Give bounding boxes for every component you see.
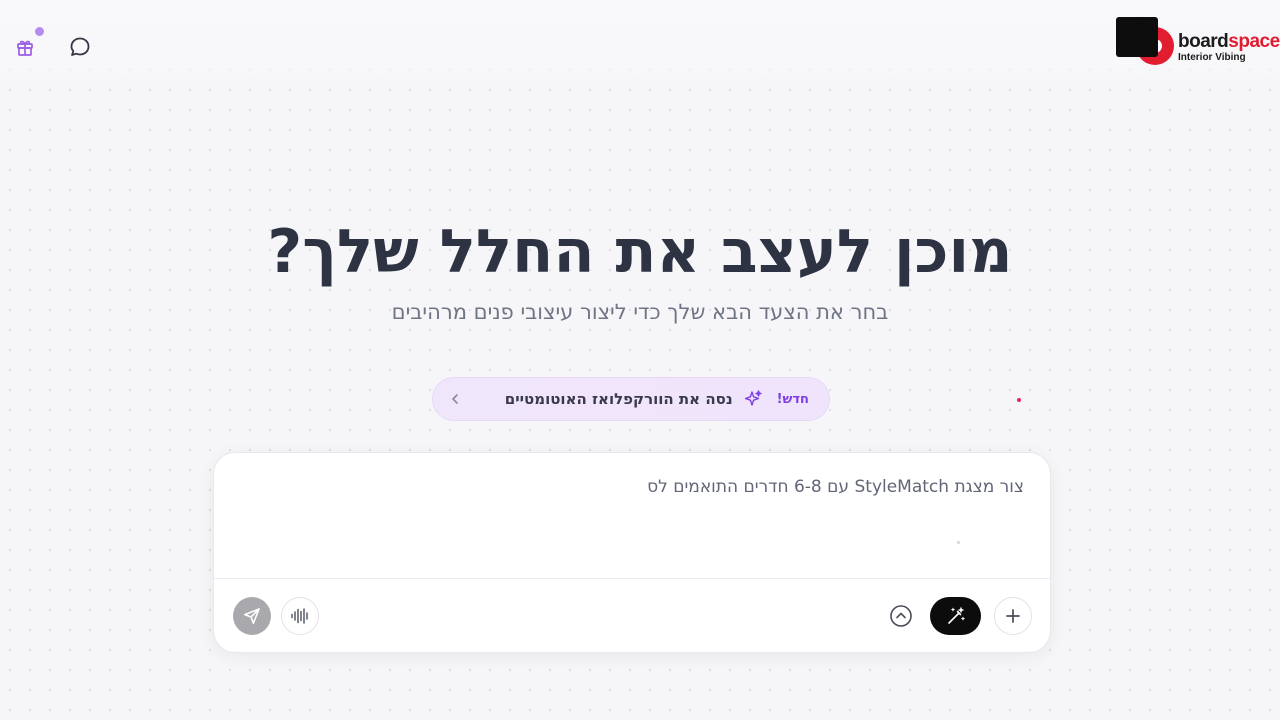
page-title: מוכן לעצב את החלל שלך? — [267, 217, 1013, 287]
prompt-composer — [213, 452, 1051, 653]
waveform-icon — [291, 608, 308, 624]
logo-mark-square — [1116, 17, 1158, 57]
magic-enhance-button[interactable] — [930, 597, 981, 635]
magic-wand-icon — [947, 607, 965, 624]
send-button[interactable] — [233, 597, 271, 635]
new-badge: חדש! — [776, 391, 809, 407]
logo-wordmark: boardspace — [1178, 32, 1280, 52]
add-attachment-button[interactable] — [994, 597, 1032, 635]
decorative-dot — [957, 541, 960, 544]
gift-icon[interactable] — [11, 33, 39, 61]
send-icon — [244, 608, 260, 624]
automated-workflows-banner[interactable]: חדש! נסה את הוורקפלואז האוטומטיים — [432, 377, 830, 421]
logo-wordmark-part2: space — [1228, 31, 1280, 52]
banner-text: נסה את הוורקפלואז האוטומטיים — [504, 390, 733, 408]
chevron-left-icon — [447, 391, 463, 407]
decorative-dot — [1017, 398, 1021, 402]
chat-bubble-icon[interactable] — [66, 33, 94, 61]
prompt-input[interactable] — [238, 473, 1024, 573]
boardspace-logo[interactable]: boardspace Interior Vibing — [1114, 16, 1280, 70]
notification-dot — [35, 27, 44, 36]
voice-input-button[interactable] — [281, 597, 319, 635]
sparkles-icon — [743, 389, 763, 409]
plus-icon — [1006, 609, 1020, 623]
composer-divider — [214, 578, 1050, 579]
page-subtitle: בחר את הצעד הבא שלך כדי ליצור עיצובי פני… — [391, 300, 889, 324]
expand-options-button[interactable] — [886, 601, 916, 631]
logo-wordmark-part1: board — [1178, 31, 1229, 52]
logo-tagline: Interior Vibing — [1178, 52, 1246, 63]
chevron-up-circle-icon — [890, 605, 912, 627]
top-bar — [0, 0, 1280, 84]
